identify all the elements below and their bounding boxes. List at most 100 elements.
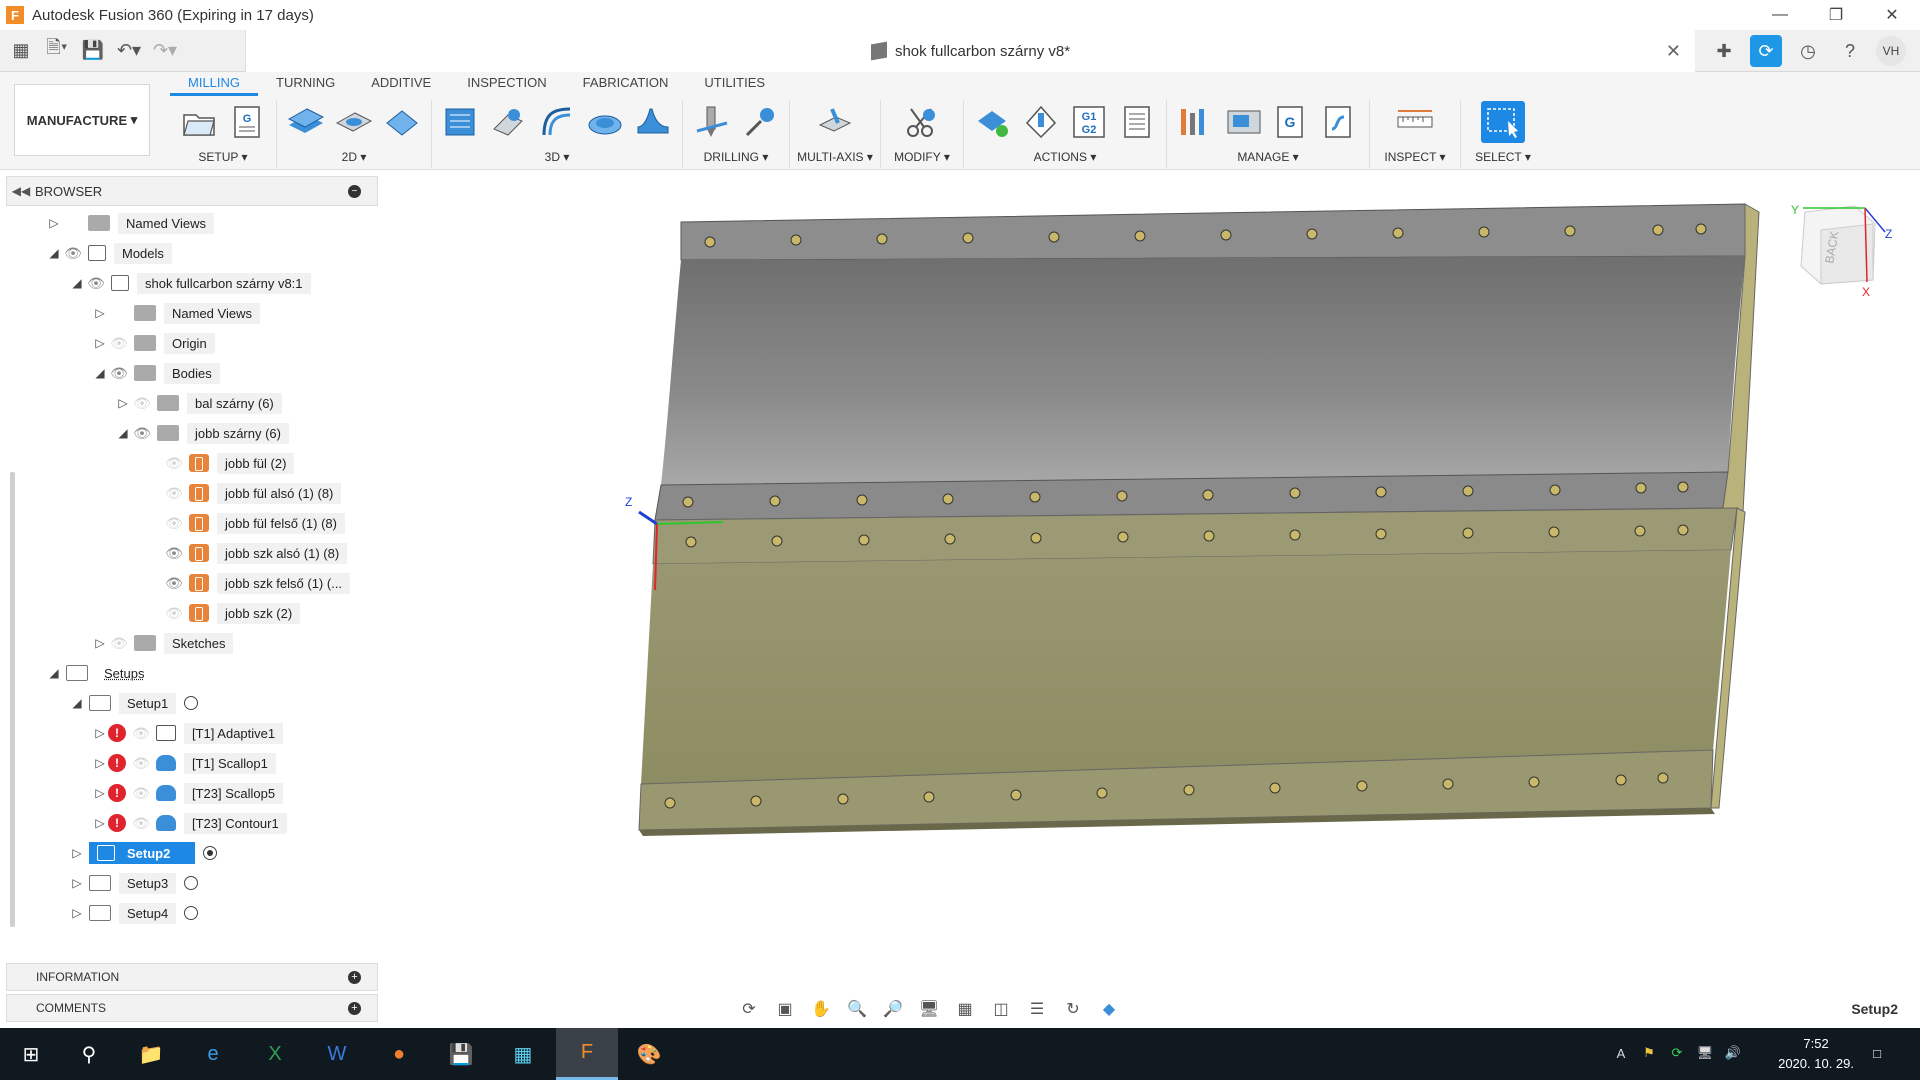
multi-axis-icon[interactable]: [816, 103, 854, 141]
tree-row-models[interactable]: ◢ 👁 Models: [46, 240, 172, 266]
fusion-taskbar-icon[interactable]: F: [556, 1028, 618, 1080]
nc-program-icon[interactable]: G: [228, 103, 266, 141]
help-icon[interactable]: ?: [1834, 35, 1866, 67]
manage-group-label[interactable]: MANAGE: [1237, 150, 1289, 164]
viewports-icon[interactable]: ◫: [990, 998, 1012, 1020]
expand-icon[interactable]: ▷: [46, 210, 62, 236]
drilling-group-label[interactable]: DRILLING: [704, 150, 759, 164]
document-tab[interactable]: shok fullcarbon szárny v8* ✕: [245, 30, 1695, 72]
workspace-switcher[interactable]: MANUFACTURE ▾: [14, 84, 150, 156]
expand-comments-icon[interactable]: +: [348, 1001, 361, 1015]
tree-row-named-views-root[interactable]: ▷ Named Views: [46, 210, 214, 236]
tree-row-bal-szarny[interactable]: ▷ 👁 bal szárny (6): [115, 390, 282, 416]
tree-row-operation[interactable]: ▷ ! 👁 [T23] Scallop5: [92, 780, 284, 806]
close-window-button[interactable]: ✕: [1864, 0, 1920, 30]
user-avatar[interactable]: VH: [1876, 36, 1906, 66]
tree-row-setup4[interactable]: ▷ Setup4: [69, 900, 199, 926]
pan-hand-icon[interactable]: ✋: [810, 998, 832, 1020]
expand-icon[interactable]: ▷: [92, 810, 108, 836]
collapse-icon[interactable]: ◢: [69, 270, 85, 296]
tree-row-component[interactable]: ◢ 👁 shok fullcarbon szárny v8:1: [69, 270, 311, 296]
word-icon[interactable]: W: [306, 1028, 368, 1080]
drill-icon[interactable]: [693, 103, 731, 141]
comments-panel-header[interactable]: COMMENTS +: [6, 994, 378, 1022]
collapse-browser-icon[interactable]: ◀◀: [7, 184, 35, 198]
tab-utilities[interactable]: UTILITIES: [686, 72, 783, 96]
redo-icon[interactable]: ↷▾: [152, 37, 178, 63]
tree-row-setup3[interactable]: ▷ Setup3: [69, 870, 199, 896]
restore-button[interactable]: ❐: [1808, 0, 1864, 30]
template-library-icon[interactable]: [1321, 103, 1359, 141]
tree-row-bodies[interactable]: ◢ 👁 Bodies: [92, 360, 220, 386]
machine-library-icon[interactable]: [1225, 103, 1263, 141]
3d-pocket-icon[interactable]: [490, 103, 528, 141]
tree-row-body[interactable]: 👁 jobb szk alsó (1) (8): [163, 540, 348, 566]
visibility-eye-icon[interactable]: 👁: [163, 515, 185, 532]
visibility-eye-icon[interactable]: 👁: [108, 365, 130, 382]
collapse-icon[interactable]: ◢: [46, 240, 62, 266]
expand-icon[interactable]: ▷: [92, 750, 108, 776]
2d-adaptive-icon[interactable]: [287, 103, 325, 141]
job-status-clock-icon[interactable]: ◷: [1792, 35, 1824, 67]
tree-row-body[interactable]: 👁 jobb szk (2): [163, 600, 301, 626]
undo-icon[interactable]: ↶▾: [116, 37, 142, 63]
paint-app-icon[interactable]: 🎨: [618, 1028, 680, 1080]
shield-tray-icon[interactable]: ⚑: [1640, 1044, 1658, 1062]
tool-library-icon[interactable]: [1177, 103, 1215, 141]
tab-milling[interactable]: MILLING: [170, 72, 259, 96]
visibility-eye-icon[interactable]: 👁: [130, 755, 152, 772]
model-canvas[interactable]: Z BACK Y Z X: [385, 172, 1920, 992]
3d-group-label[interactable]: 3D: [545, 150, 560, 164]
wing-part-grey-upper[interactable]: [654, 203, 1760, 521]
volume-tray-icon[interactable]: 🔊: [1724, 1044, 1742, 1062]
visibility-eye-icon[interactable]: 👁: [130, 785, 152, 802]
tree-row-setups[interactable]: ◢ Setups: [46, 660, 152, 686]
multi-axis-group-label[interactable]: MULTI-AXIS: [797, 150, 863, 164]
information-panel-header[interactable]: INFORMATION +: [6, 963, 378, 991]
post-library-icon[interactable]: G: [1273, 103, 1311, 141]
setup-folder-icon[interactable]: [180, 103, 218, 141]
new-tab-plus-icon[interactable]: ✚: [1708, 35, 1740, 67]
modify-group-label[interactable]: MODIFY: [894, 150, 940, 164]
expand-icon[interactable]: ▷: [92, 330, 108, 356]
notifications-icon[interactable]: □: [1868, 1044, 1886, 1062]
visibility-eye-icon[interactable]: 👁: [163, 455, 185, 472]
tab-fabrication[interactable]: FABRICATION: [565, 72, 687, 96]
select-icon[interactable]: [1481, 101, 1525, 143]
visibility-eye-icon[interactable]: 👁: [163, 545, 185, 562]
activate-setup-radio[interactable]: [184, 906, 199, 920]
sync-tray-icon[interactable]: ⟳: [1668, 1044, 1686, 1062]
expand-icon[interactable]: ▷: [69, 900, 85, 926]
file-menu-icon[interactable]: 🗎▾: [44, 37, 70, 63]
steep-shallow-icon[interactable]: [634, 103, 672, 141]
close-tab-icon[interactable]: ✕: [1666, 41, 1681, 62]
zoom-icon[interactable]: 🔍: [846, 998, 868, 1020]
actions-group-label[interactable]: ACTIONS: [1034, 150, 1087, 164]
tree-row-jobb-szarny[interactable]: ◢ 👁 jobb szárny (6): [115, 420, 289, 446]
display-settings-icon[interactable]: 🖥: [918, 998, 940, 1020]
visibility-eye-icon[interactable]: 👁: [108, 335, 130, 352]
visibility-eye-icon[interactable]: 👁: [163, 605, 185, 622]
active-setup-radio[interactable]: [203, 846, 217, 860]
tree-row-operation[interactable]: ▷ ! 👁 [T1] Scallop1: [92, 750, 276, 776]
visibility-eye-icon[interactable]: 👁: [131, 395, 153, 412]
firefox-icon[interactable]: ●: [368, 1028, 430, 1080]
scissors-trim-icon[interactable]: [903, 103, 941, 141]
tree-row-body[interactable]: 👁 jobb szk felső (1) (...: [163, 570, 351, 596]
search-icon[interactable]: ⚲: [58, 1028, 120, 1080]
expand-icon[interactable]: ▷: [92, 720, 108, 746]
select-group-label[interactable]: SELECT: [1475, 150, 1521, 164]
tree-row-setup1[interactable]: ◢ Setup1: [69, 690, 199, 716]
2d-group-label[interactable]: 2D: [342, 150, 357, 164]
inspect-group-label[interactable]: INSPECT: [1384, 150, 1436, 164]
tree-row-operation[interactable]: ▷ ! 👁 [T1] Adaptive1: [92, 720, 284, 746]
cube-app-icon[interactable]: ▦: [492, 1028, 554, 1080]
minimize-button[interactable]: —: [1752, 0, 1808, 30]
grid-settings-icon[interactable]: ▦: [954, 998, 976, 1020]
activate-setup-radio[interactable]: [184, 876, 199, 890]
expand-icon[interactable]: ▷: [92, 300, 108, 326]
expand-icon[interactable]: ▷: [92, 780, 108, 806]
expand-icon[interactable]: ▷: [69, 870, 85, 896]
excel-icon[interactable]: X: [244, 1028, 306, 1080]
visibility-eye-icon[interactable]: 👁: [62, 245, 84, 262]
